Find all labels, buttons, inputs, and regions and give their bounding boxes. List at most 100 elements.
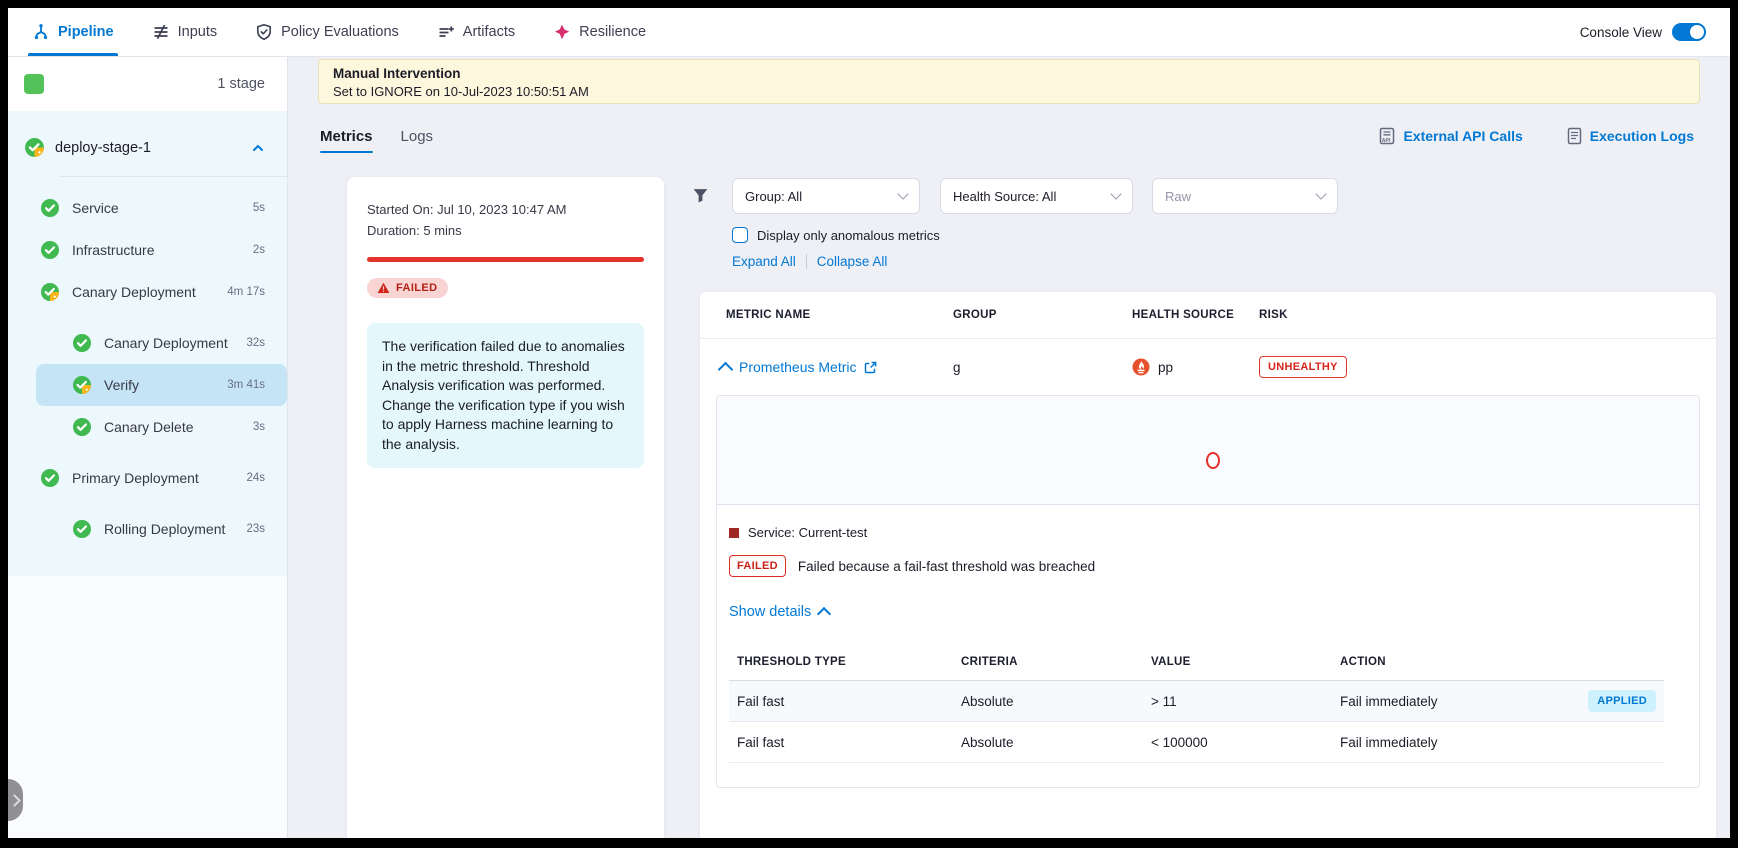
- stage-row-deploy-stage-1[interactable]: deploy-stage-1: [8, 125, 287, 170]
- stage-header: 1 stage: [8, 57, 287, 111]
- success-warning-check-icon: [40, 282, 60, 302]
- sidebar-step-canary-deployment[interactable]: Canary Deployment 32s: [8, 322, 287, 364]
- sidebar-step-rolling-deployment[interactable]: Rolling Deployment 23s: [8, 508, 287, 550]
- collapse-all-link[interactable]: Collapse All: [817, 254, 888, 269]
- metric-row-prometheus[interactable]: Prometheus Metric g pp UNHEALTHY: [700, 338, 1716, 395]
- step-duration: 3m 41s: [227, 379, 265, 391]
- group-filter-dropdown[interactable]: Group: All: [732, 178, 920, 214]
- toggle-knob: [1690, 25, 1704, 39]
- metrics-logs-tabs: Metrics Logs: [320, 119, 433, 153]
- sidebar-step-primary-deployment[interactable]: Primary Deployment 24s: [8, 457, 287, 499]
- thresholds-table-header: THRESHOLD TYPE CRITERIA VALUE ACTION: [729, 644, 1664, 681]
- nav-tab-policy-evaluations[interactable]: Policy Evaluations: [255, 8, 399, 56]
- chevron-up-icon[interactable]: [251, 141, 265, 155]
- tab-metrics[interactable]: Metrics: [320, 119, 373, 153]
- step-duration: 23s: [246, 523, 265, 535]
- external-link-icon[interactable]: [864, 361, 877, 374]
- success-check-icon: [40, 240, 60, 260]
- step-duration: 24s: [246, 472, 265, 484]
- divider: [60, 176, 287, 177]
- show-details-toggle[interactable]: Show details: [729, 604, 1685, 620]
- tab-logs[interactable]: Logs: [401, 119, 434, 153]
- thresholds-table: THRESHOLD TYPE CRITERIA VALUE ACTION Fai…: [729, 644, 1664, 763]
- success-check-icon: [40, 468, 60, 488]
- sidebar-step-verify[interactable]: Verify 3m 41s: [36, 364, 287, 406]
- column-header-group: GROUP: [953, 309, 1132, 321]
- show-details-label: Show details: [729, 604, 811, 620]
- stage-status-square-icon: [24, 74, 44, 94]
- column-header-action: ACTION: [1340, 656, 1656, 668]
- nav-tab-label: Pipeline: [58, 24, 114, 40]
- filter-funnel-icon[interactable]: [692, 187, 709, 204]
- success-check-icon: [72, 333, 92, 353]
- success-check-icon: [40, 198, 60, 218]
- applied-badge: APPLIED: [1588, 690, 1656, 712]
- success-check-icon: [72, 417, 92, 437]
- failure-reason-text: Failed because a fail-fast threshold was…: [798, 559, 1095, 574]
- nav-tab-label: Inputs: [178, 24, 218, 40]
- step-duration: 32s: [246, 337, 265, 349]
- stage-section: deploy-stage-1 Service 5s Infrastructure…: [8, 111, 287, 576]
- active-tab-underline: [320, 151, 373, 154]
- sidebar-step-service[interactable]: Service 5s: [8, 187, 287, 229]
- warning-triangle-icon: [377, 282, 390, 294]
- nav-tabs: Pipeline Inputs Policy Evaluations Art: [32, 8, 646, 56]
- step-label: Canary Deployment: [72, 284, 196, 300]
- stage-count: 1 stage: [217, 76, 265, 92]
- step-duration: 3s: [253, 421, 265, 433]
- failure-reason-row: FAILED Failed because a fail-fast thresh…: [729, 555, 1685, 577]
- expand-all-link[interactable]: Expand All: [732, 254, 796, 269]
- console-view-control: Console View: [1580, 23, 1706, 41]
- nav-tab-label: Policy Evaluations: [281, 24, 399, 40]
- risk-badge-unhealthy: UNHEALTHY: [1259, 356, 1347, 378]
- column-header-criteria: CRITERIA: [961, 656, 1151, 668]
- failed-label: FAILED: [396, 282, 438, 294]
- console-view-toggle[interactable]: [1672, 23, 1706, 41]
- verification-failure-message: The verification failed due to anomalies…: [367, 323, 644, 468]
- nav-tab-inputs[interactable]: Inputs: [152, 8, 218, 56]
- step-label: Canary Delete: [104, 419, 194, 435]
- inputs-icon: [152, 23, 170, 41]
- step-label: Verify: [104, 377, 139, 393]
- chevron-down-icon: [1110, 188, 1121, 199]
- health-source-name: pp: [1158, 360, 1173, 375]
- action-cell: Fail immediately: [1340, 735, 1656, 750]
- nav-tab-resilience[interactable]: Resilience: [553, 8, 646, 56]
- threshold-type-cell: Fail fast: [737, 735, 961, 750]
- external-api-calls-link[interactable]: API External API Calls: [1379, 127, 1522, 145]
- anomalous-metrics-checkbox-row[interactable]: Display only anomalous metrics: [732, 227, 940, 243]
- threshold-row: Fail fast Absolute > 11 Fail immediately…: [729, 681, 1664, 722]
- execution-logs-link[interactable]: Execution Logs: [1567, 127, 1694, 145]
- main-content: Manual Intervention Set to IGNORE on 10-…: [288, 57, 1730, 838]
- metric-name-link[interactable]: Prometheus Metric: [739, 359, 856, 375]
- prometheus-icon: [1132, 358, 1150, 376]
- threshold-type-cell: Fail fast: [737, 694, 961, 709]
- step-duration: 5s: [253, 202, 265, 214]
- anomalous-metrics-checkbox[interactable]: [732, 227, 748, 243]
- nav-tab-pipeline[interactable]: Pipeline: [32, 8, 114, 56]
- expand-collapse-controls: Expand All Collapse All: [732, 254, 887, 269]
- success-warning-check-icon: [72, 375, 92, 395]
- raw-filter-dropdown[interactable]: Raw: [1152, 178, 1338, 214]
- execution-sidebar: 1 stage deploy-stage-1 Service 5s Infra: [8, 57, 288, 838]
- metric-chart: [717, 396, 1699, 505]
- sidebar-step-canary-delete[interactable]: Canary Delete 3s: [8, 406, 287, 448]
- started-on-text: Started On: Jul 10, 2023 10:47 AM: [367, 199, 644, 220]
- sidebar-step-canary-deployment-group[interactable]: Canary Deployment 4m 17s: [8, 271, 287, 313]
- nav-tab-artifacts[interactable]: Artifacts: [437, 8, 515, 56]
- link-label: External API Calls: [1403, 128, 1522, 144]
- failed-outline-badge: FAILED: [729, 555, 786, 577]
- top-navigation-bar: Pipeline Inputs Policy Evaluations Art: [8, 8, 1730, 57]
- link-label: Execution Logs: [1590, 128, 1694, 144]
- banner-title: Manual Intervention: [333, 65, 1685, 83]
- health-source-filter-dropdown[interactable]: Health Source: All: [940, 178, 1133, 214]
- resilience-icon: [553, 23, 571, 41]
- column-header-threshold-type: THRESHOLD TYPE: [737, 656, 961, 668]
- criteria-cell: Absolute: [961, 694, 1151, 709]
- console-view-label: Console View: [1580, 25, 1662, 40]
- metric-group-cell: g: [953, 360, 1132, 375]
- sidebar-step-infrastructure[interactable]: Infrastructure 2s: [8, 229, 287, 271]
- shield-check-icon: [255, 23, 273, 41]
- chevron-right-icon: [8, 794, 20, 807]
- collapse-chevron-icon[interactable]: [718, 361, 734, 377]
